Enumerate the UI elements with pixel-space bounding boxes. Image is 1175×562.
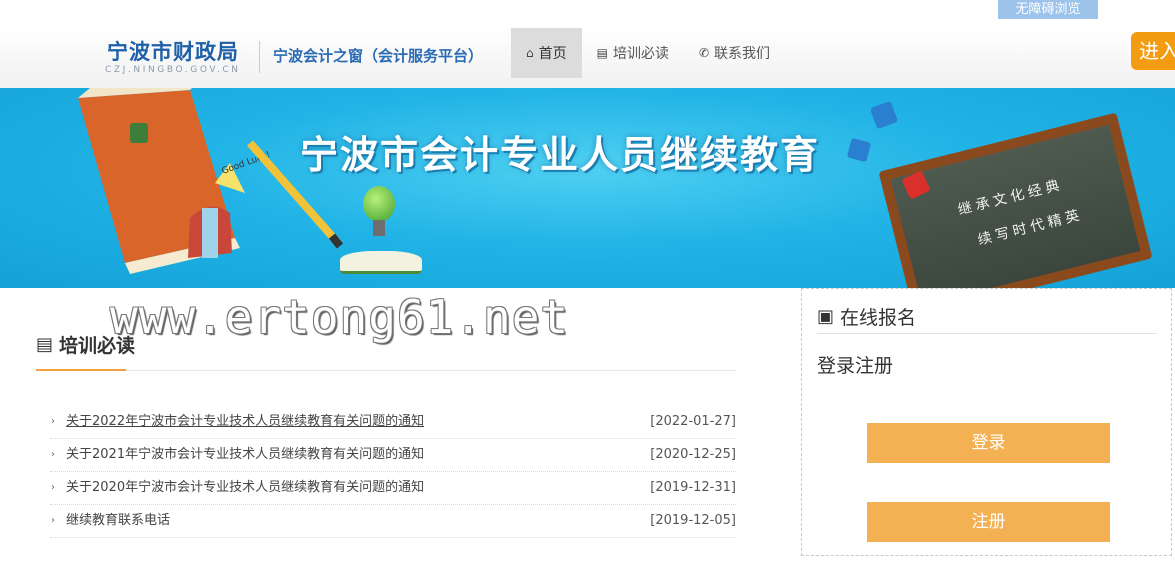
news-date: [2022-01-27] [650, 414, 736, 429]
chevron-right-icon: › [51, 515, 55, 526]
lightbulb-base [373, 220, 385, 236]
newspaper-icon: ▤ [596, 46, 608, 60]
dice-icon [846, 137, 872, 163]
lightbulb-icon [363, 186, 395, 222]
news-date: [2020-12-25] [650, 447, 736, 462]
chalkboard-surface: 继承文化经典 续写时代精英 [890, 124, 1141, 288]
divider [817, 333, 1157, 334]
nav-item-home[interactable]: ⌂ 首页 [511, 28, 582, 78]
panel-title: 在线报名 [840, 307, 917, 329]
divider-accent [36, 369, 126, 371]
chevron-right-icon: › [51, 482, 55, 493]
registration-panel: ▣ 在线报名 登录注册 登录 注册 [801, 288, 1172, 556]
enter-button[interactable]: 进入 [1131, 32, 1175, 70]
panel-subtitle: 登录注册 [817, 355, 894, 377]
nav-label: 首页 [538, 46, 567, 62]
divider [36, 370, 736, 371]
book-icon: ▣ [817, 306, 835, 327]
news-section-header: ▤ 培训必读 [36, 331, 135, 358]
main-nav: ⌂ 首页 ▤ 培训必读 ✆ 联系我们 [511, 28, 785, 78]
hero-banner: Good Luck! 宁波市会计专业人员继续教育 继承文化经典 续写时代精英 [0, 88, 1175, 288]
nav-label: 联系我们 [714, 46, 771, 62]
accessibility-button[interactable]: 无障碍浏览 [998, 0, 1098, 19]
list-item[interactable]: › 关于2020年宁波市会计专业技术人员继续教育有关问题的通知 [2019-12… [50, 472, 736, 505]
news-date: [2019-12-05] [650, 513, 736, 528]
site-header: 宁波市财政局 CZJ.NINGBO.GOV.CN 宁波会计之窗（会计服务平台） … [0, 26, 1175, 89]
top-strip: 无障碍浏览 [0, 0, 1175, 26]
news-title[interactable]: 继续教育联系电话 [66, 505, 170, 537]
news-list: › 关于2022年宁波市会计专业技术人员继续教育有关问题的通知 [2022-01… [50, 406, 736, 538]
newspaper-icon: ▤ [36, 334, 54, 355]
news-title[interactable]: 关于2022年宁波市会计专业技术人员继续教育有关问题的通知 [66, 406, 424, 438]
chevron-right-icon: › [51, 416, 55, 427]
chalkboard: 继承文化经典 续写时代精英 [878, 112, 1153, 288]
news-title[interactable]: 关于2021年宁波市会计专业技术人员继续教育有关问题的通知 [66, 439, 424, 471]
list-item[interactable]: › 关于2022年宁波市会计专业技术人员继续教育有关问题的通知 [2022-01… [50, 406, 736, 439]
register-button[interactable]: 注册 [867, 502, 1110, 542]
dice-icon [869, 100, 899, 130]
logo-domain: CZJ.NINGBO.GOV.CN [105, 65, 241, 75]
home-icon: ⌂ [526, 46, 534, 60]
open-book-icon [340, 251, 422, 274]
nav-item-training[interactable]: ▤ 培训必读 [582, 28, 684, 78]
news-section-title: 培训必读 [59, 335, 136, 357]
list-item[interactable]: › 关于2021年宁波市会计专业技术人员继续教育有关问题的通知 [2020-12… [50, 439, 736, 472]
news-date: [2019-12-31] [650, 480, 736, 495]
book-illustration: Good Luck! [78, 88, 344, 274]
nav-item-contact[interactable]: ✆ 联系我们 [684, 28, 785, 78]
news-title[interactable]: 关于2020年宁波市会计专业技术人员继续教育有关问题的通知 [66, 472, 424, 504]
phone-icon: ✆ [698, 46, 710, 60]
nav-label: 培训必读 [612, 46, 669, 62]
banner-title: 宁波市会计专业人员继续教育 [300, 133, 821, 177]
logo-title[interactable]: 宁波市财政局 [107, 36, 239, 66]
login-button[interactable]: 登录 [867, 423, 1110, 463]
watermark: www.ertong61.net [110, 290, 570, 344]
panel-header: ▣ 在线报名 [817, 303, 916, 330]
list-item[interactable]: › 继续教育联系电话 [2019-12-05] [50, 505, 736, 538]
logo-divider [259, 41, 260, 73]
chevron-right-icon: › [51, 449, 55, 460]
site-subtitle: 宁波会计之窗（会计服务平台） [273, 47, 484, 65]
